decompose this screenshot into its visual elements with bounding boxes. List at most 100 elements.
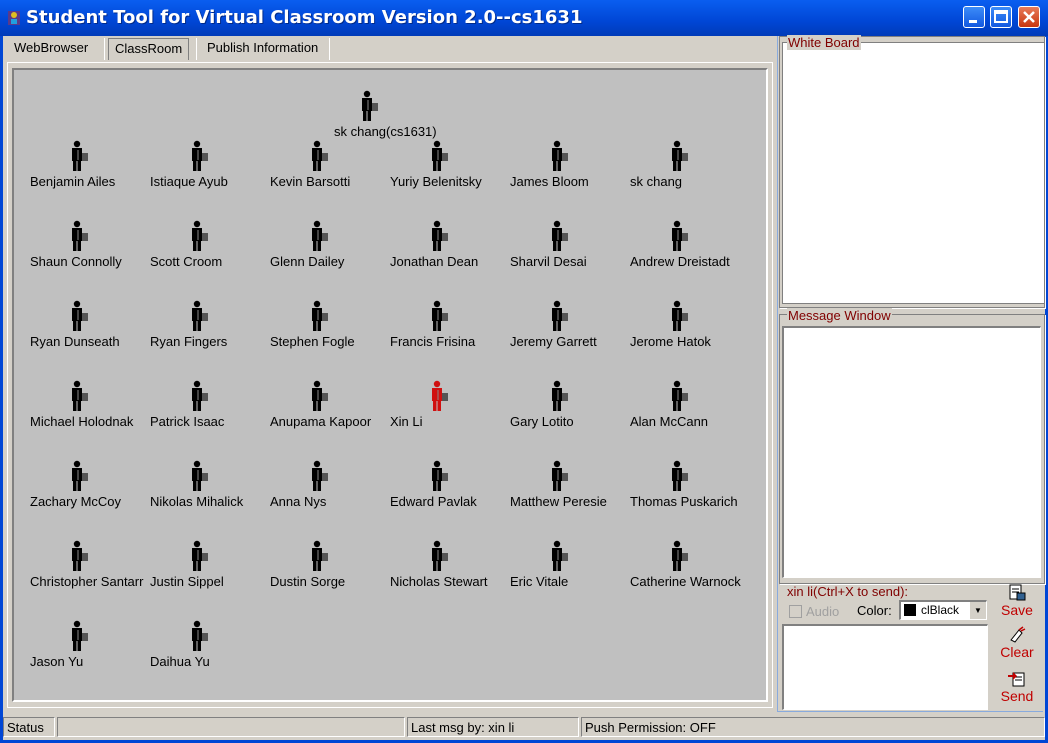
student-name: Catherine Warnock [630, 574, 741, 589]
student-seat[interactable]: sk chang [630, 140, 750, 196]
student-seat[interactable]: Jerome Hatok [630, 300, 750, 356]
student-seat[interactable]: Scott Croom [150, 220, 270, 276]
student-seat[interactable]: Edward Pavlak [390, 460, 510, 516]
whiteboard-canvas[interactable] [782, 42, 1045, 304]
message-window-label: Message Window [787, 308, 892, 323]
student-avatar-icon [312, 140, 328, 171]
teacher-seat[interactable]: sk chang(cs1631) [334, 90, 464, 146]
checkbox-icon [789, 605, 802, 618]
student-seat[interactable]: Eric Vitale [510, 540, 630, 596]
message-window-area[interactable] [782, 326, 1041, 578]
student-seat[interactable]: Francis Frisina [390, 300, 510, 356]
student-name: Ryan Dunseath [30, 334, 120, 349]
save-button[interactable]: Save [996, 584, 1038, 618]
student-seat[interactable]: Ryan Fingers [150, 300, 270, 356]
student-seat[interactable]: Glenn Dailey [270, 220, 390, 276]
student-seat[interactable]: Istiaque Ayub [150, 140, 270, 196]
student-avatar-icon [432, 380, 448, 411]
send-label: Send [1000, 688, 1034, 704]
student-avatar-icon [192, 460, 208, 491]
color-swatch [904, 604, 916, 616]
minimize-icon [969, 20, 977, 23]
student-seat[interactable]: Justin Sippel [150, 540, 270, 596]
student-seat[interactable]: Nikolas Mihalick [150, 460, 270, 516]
student-name: Stephen Fogle [270, 334, 355, 349]
student-seat[interactable]: Jason Yu [30, 620, 150, 676]
student-avatar-icon [672, 220, 688, 251]
student-name: Istiaque Ayub [150, 174, 228, 189]
student-seat[interactable]: Anupama Kapoor [270, 380, 390, 436]
student-seat[interactable]: Andrew Dreistadt [630, 220, 750, 276]
student-name: Matthew Peresie [510, 494, 607, 509]
student-seat[interactable]: Xin Li [390, 380, 510, 436]
divider-line [777, 711, 1043, 712]
student-seat[interactable]: Gary Lotito [510, 380, 630, 436]
student-name: Benjamin Ailes [30, 174, 116, 189]
student-seat[interactable]: Ryan Dunseath [30, 300, 150, 356]
color-label: Color: [857, 603, 892, 618]
student-name: Nicholas Stewart [390, 574, 488, 589]
student-seat[interactable]: Dustin Sorge [270, 540, 390, 596]
student-name: Glenn Dailey [270, 254, 345, 269]
student-name: Sharvil Desai [510, 254, 587, 269]
close-button[interactable] [1018, 6, 1040, 28]
tab-classroom[interactable]: ClassRoom [108, 38, 190, 60]
student-seat[interactable]: Yuriy Belenitsky [390, 140, 510, 196]
student-seat[interactable]: Zachary McCoy [30, 460, 150, 516]
student-seat[interactable]: Alan McCann [630, 380, 750, 436]
student-seat[interactable]: Kevin Barsotti [270, 140, 390, 196]
save-label: Save [1001, 602, 1033, 618]
status-panel: Status [3, 717, 55, 737]
student-seat[interactable]: Matthew Peresie [510, 460, 630, 516]
student-avatar-icon [312, 460, 328, 491]
tab-divider [329, 38, 330, 60]
student-seat[interactable]: Nicholas Stewart [390, 540, 510, 596]
student-seat[interactable]: Shaun Connolly [30, 220, 150, 276]
divider-line [777, 36, 778, 712]
audio-label: Audio [806, 604, 840, 619]
tab-webbrowser[interactable]: WebBrowser [8, 38, 94, 60]
student-seat[interactable]: Jonathan Dean [390, 220, 510, 276]
message-input[interactable] [782, 624, 988, 710]
student-seat[interactable]: James Bloom [510, 140, 630, 196]
clear-button[interactable]: Clear [996, 626, 1038, 660]
student-name: Anna Nys [270, 494, 327, 509]
student-avatar-icon [72, 620, 88, 651]
student-seat[interactable]: Stephen Fogle [270, 300, 390, 356]
student-name: Andrew Dreistadt [630, 254, 730, 269]
student-avatar-icon [432, 140, 448, 171]
student-name: Christopher Santarr [30, 574, 144, 589]
student-avatar-icon [72, 300, 88, 331]
send-button[interactable]: Send [996, 670, 1038, 704]
student-avatar-icon [192, 220, 208, 251]
maximize-button[interactable] [990, 6, 1012, 28]
student-name: Alan McCann [630, 414, 709, 429]
status-panel-empty [57, 717, 405, 737]
student-avatar-icon [72, 220, 88, 251]
student-seat[interactable]: Anna Nys [270, 460, 390, 516]
student-avatar-icon [672, 380, 688, 411]
student-seat[interactable]: Benjamin Ailes [30, 140, 150, 196]
minimize-button[interactable] [963, 6, 985, 28]
tab-divider [196, 38, 197, 60]
student-seat[interactable]: Catherine Warnock [630, 540, 750, 596]
student-seat[interactable]: Sharvil Desai [510, 220, 630, 276]
classroom-panel: sk chang(cs1631) Benjamin Ailes Istiaque … [12, 68, 768, 702]
student-name: Nikolas Mihalick [150, 494, 244, 509]
student-avatar-icon [672, 300, 688, 331]
save-icon [1009, 584, 1026, 601]
student-seat[interactable]: Jeremy Garrett [510, 300, 630, 356]
student-seat[interactable]: Thomas Puskarich [630, 460, 750, 516]
chevron-down-icon[interactable]: ▼ [969, 602, 986, 619]
student-avatar-icon [552, 140, 568, 171]
color-select[interactable]: clBlack ▼ [899, 600, 987, 620]
student-name: Jonathan Dean [390, 254, 479, 269]
student-name: Scott Croom [150, 254, 223, 269]
student-seat[interactable]: Christopher Santarr [30, 540, 150, 596]
student-seat[interactable]: Patrick Isaac [150, 380, 270, 436]
student-seat[interactable]: Daihua Yu [150, 620, 270, 676]
student-name: James Bloom [510, 174, 589, 189]
student-name: Shaun Connolly [30, 254, 122, 269]
tab-publish-information[interactable]: Publish Information [201, 38, 324, 60]
student-seat[interactable]: Michael Holodnak [30, 380, 150, 436]
